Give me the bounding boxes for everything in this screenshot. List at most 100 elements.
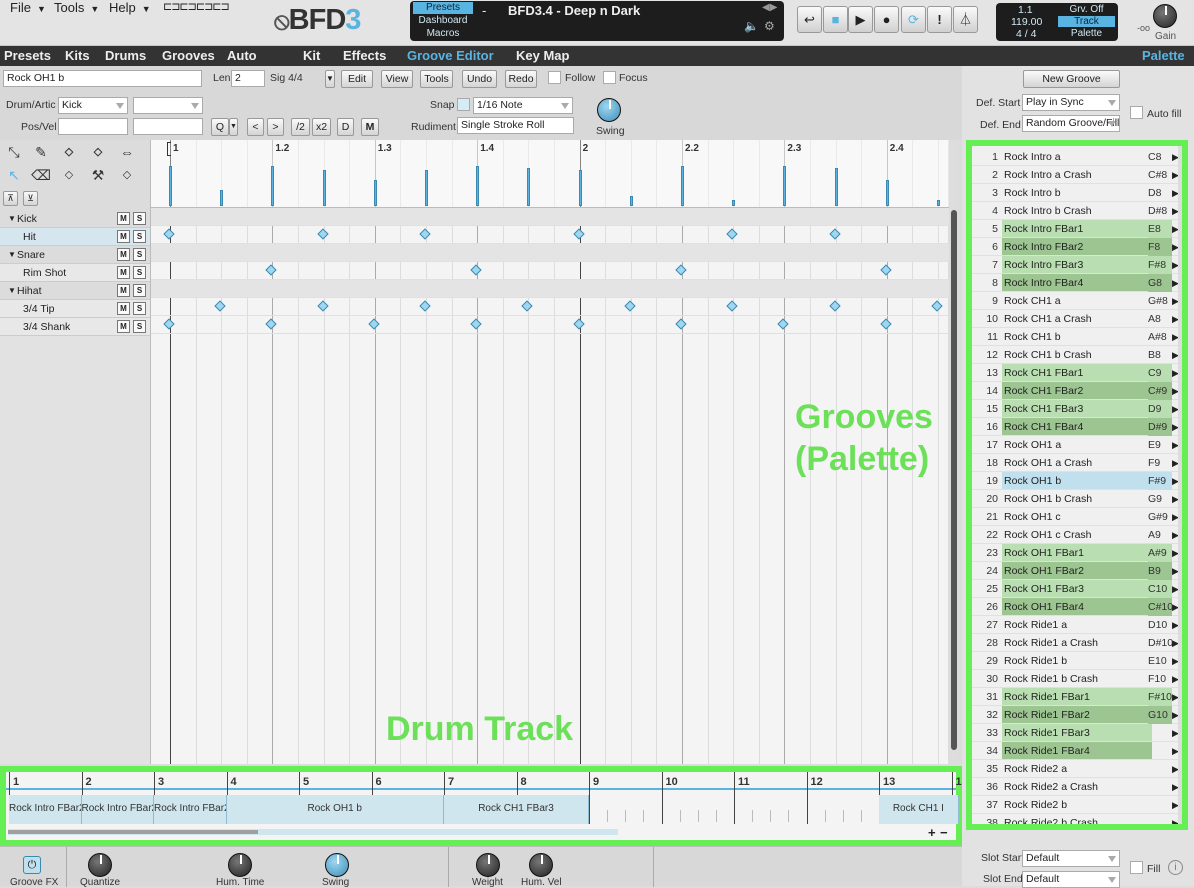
- collapse-all-icon[interactable]: ⊼: [3, 191, 18, 206]
- tab-dashboard[interactable]: Dashboard: [413, 15, 473, 27]
- velocity-bar[interactable]: [169, 166, 172, 206]
- drum-track-scrollbar[interactable]: [8, 829, 618, 835]
- groove-row[interactable]: 17 Rock OH1 a E9 ▶: [972, 436, 1182, 454]
- velocity-bar[interactable]: [527, 168, 531, 206]
- slot-start-select[interactable]: Default: [1022, 850, 1120, 867]
- velocity-bar[interactable]: [885, 180, 889, 206]
- speaker-icon[interactable]: 🔈: [744, 19, 759, 33]
- rudiment-input[interactable]: Single Stroke Roll: [457, 117, 574, 134]
- track-snare-rim-shot[interactable]: Rim Shot M S: [0, 264, 150, 282]
- mute-button[interactable]: M: [117, 302, 130, 315]
- velocity-bar[interactable]: [783, 166, 787, 206]
- groove-row[interactable]: 14 Rock CH1 FBar2 C#9 ▶: [972, 382, 1182, 400]
- track-kick-hit[interactable]: Hit M S: [0, 228, 150, 246]
- drum-track-scroll-thumb[interactable]: [8, 830, 258, 834]
- groove-row[interactable]: 20 Rock OH1 b Crash G9 ▶: [972, 490, 1182, 508]
- track-hihat-tip[interactable]: 3/4 Tip M S: [0, 300, 150, 318]
- groove-row[interactable]: 3 Rock Intro b D8 ▶: [972, 184, 1182, 202]
- track-group-hihat[interactable]: ▼ Hihat M S: [0, 282, 150, 300]
- velocity-bar[interactable]: [322, 170, 326, 206]
- velocity-bar[interactable]: [271, 166, 275, 206]
- tools-button[interactable]: Tools: [420, 70, 453, 88]
- record-button[interactable]: ●: [874, 6, 899, 33]
- groove-row[interactable]: 8 Rock Intro FBar4 G8 ▶: [972, 274, 1182, 292]
- mute-button[interactable]: M: [117, 320, 130, 333]
- tempo-readout[interactable]: 119.00: [1011, 16, 1042, 28]
- auto-fill-checkbox[interactable]: [1130, 106, 1143, 119]
- eraser-icon[interactable]: ⌫: [31, 165, 51, 185]
- solo-button[interactable]: S: [133, 266, 146, 279]
- g-tool-icon[interactable]: ◇: [117, 165, 137, 185]
- menu-tools[interactable]: Tools ▼: [54, 0, 99, 15]
- menu-key-map[interactable]: Key Map: [516, 48, 569, 63]
- menu-grooves[interactable]: Grooves: [162, 48, 215, 63]
- groove-row[interactable]: 36 Rock Ride2 a Crash ▶: [972, 778, 1182, 796]
- groove-row[interactable]: 4 Rock Intro b Crash D#8 ▶: [972, 202, 1182, 220]
- def-end-select[interactable]: Random Groove/Fill: [1022, 115, 1120, 132]
- edit-button[interactable]: Edit: [341, 70, 373, 88]
- nudge-right-button[interactable]: >: [267, 118, 284, 136]
- groove-segment[interactable]: Rock Intro FBar2: [9, 795, 82, 824]
- groove-row[interactable]: 10 Rock CH1 a Crash A8 ▶: [972, 310, 1182, 328]
- groove-row[interactable]: 9 Rock CH1 a G#8 ▶: [972, 292, 1182, 310]
- view-button[interactable]: View: [381, 70, 413, 88]
- groove-row[interactable]: 37 Rock Ride2 b ▶: [972, 796, 1182, 814]
- select-arrow-icon[interactable]: ↖: [4, 165, 24, 185]
- grid-scrollbar[interactable]: [950, 140, 958, 764]
- fill-checkbox[interactable]: [1130, 861, 1143, 874]
- menu-presets[interactable]: Presets: [4, 48, 51, 63]
- groove-row[interactable]: 11 Rock CH1 b A#8 ▶: [972, 328, 1182, 346]
- drum-track[interactable]: 1 2 3 4 5 6 7 8 9 10 11 12 13 1 Rock Intro FBar2 Rock I…: [0, 766, 962, 846]
- groove-row[interactable]: 30 Rock Ride1 b Crash F10 ▶: [972, 670, 1182, 688]
- palette-button[interactable]: Palette: [1058, 28, 1115, 39]
- solo-button[interactable]: S: [133, 284, 146, 297]
- track-group-snare[interactable]: ▼ Snare M S: [0, 246, 150, 264]
- velocity-bar[interactable]: [937, 200, 940, 206]
- pencil-icon[interactable]: ✎: [31, 142, 51, 162]
- stretch-icon[interactable]: ⇔: [117, 142, 137, 162]
- groove-row[interactable]: 22 Rock OH1 c Crash A9 ▶: [972, 526, 1182, 544]
- grid-scroll-thumb[interactable]: [951, 210, 957, 750]
- menu-file[interactable]: File ▼: [10, 0, 46, 15]
- metronome-icon[interactable]: ⏃: [953, 6, 978, 33]
- articulation-select[interactable]: [133, 97, 203, 114]
- slot-end-select[interactable]: Default: [1022, 871, 1120, 888]
- track-button[interactable]: Track: [1058, 16, 1115, 27]
- h-tool-icon[interactable]: ◇: [88, 142, 108, 162]
- undo-button[interactable]: Undo: [462, 70, 497, 88]
- settings-gear-icon[interactable]: ⚙: [764, 19, 775, 33]
- alert-icon[interactable]: !: [927, 6, 952, 33]
- def-start-select[interactable]: Play in Sync: [1022, 94, 1120, 111]
- gain-knob[interactable]: [1153, 4, 1177, 28]
- menu-groove-editor[interactable]: Groove Editor: [407, 48, 494, 63]
- follow-checkbox[interactable]: [548, 71, 561, 84]
- velocity-bar[interactable]: [629, 196, 633, 206]
- quantize-dropdown-icon[interactable]: ▼: [229, 118, 238, 136]
- groove-row[interactable]: 23 Rock OH1 FBar1 A#9 ▶: [972, 544, 1182, 562]
- groove-segment[interactable]: Rock Intro FBar2: [81, 795, 154, 824]
- velocity-bar[interactable]: [425, 170, 428, 206]
- groove-row[interactable]: 1 Rock Intro a C8 ▶: [972, 148, 1182, 166]
- menu-help[interactable]: Help ▼: [109, 0, 151, 15]
- paint-icon[interactable]: ⚒: [88, 165, 108, 185]
- groove-row[interactable]: 18 Rock OH1 a Crash F9 ▶: [972, 454, 1182, 472]
- quantize-knob[interactable]: [88, 853, 112, 877]
- groove-row[interactable]: 2 Rock Intro a Crash C#8 ▶: [972, 166, 1182, 184]
- window-layout-icons[interactable]: ⊏⊐⊏⊐⊏⊐⊏⊐: [163, 0, 230, 13]
- menu-effects[interactable]: Effects: [343, 48, 386, 63]
- groove-row[interactable]: 34 Rock Ride1 FBar4 ▶: [972, 742, 1182, 760]
- drum-select[interactable]: Kick: [58, 97, 128, 114]
- mute-button[interactable]: M: [117, 284, 130, 297]
- groove-row[interactable]: 24 Rock OH1 FBar2 B9 ▶: [972, 562, 1182, 580]
- zoom-in-icon[interactable]: +: [928, 825, 936, 840]
- mute-button[interactable]: M: [117, 230, 130, 243]
- velocity-bar[interactable]: [373, 180, 377, 206]
- snap-select[interactable]: 1/16 Note: [473, 97, 573, 114]
- loop-return-icon[interactable]: ↩: [797, 6, 822, 33]
- groove-row[interactable]: 19 Rock OH1 b F#9 ▶: [972, 472, 1182, 490]
- play-button[interactable]: ▶: [848, 6, 873, 33]
- position-input[interactable]: [58, 118, 128, 135]
- groove-fx-power-icon[interactable]: ⏻: [23, 856, 41, 874]
- groove-row[interactable]: 25 Rock OH1 FBar3 C10 ▶: [972, 580, 1182, 598]
- groove-row[interactable]: 21 Rock OH1 c G#9 ▶: [972, 508, 1182, 526]
